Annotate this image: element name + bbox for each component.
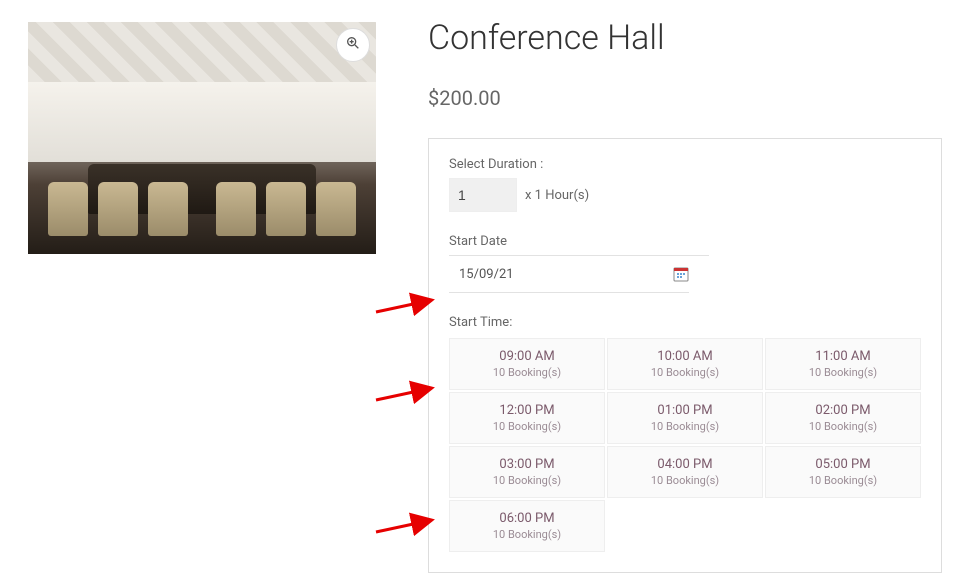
time-slot-time: 01:00 PM <box>612 403 758 418</box>
time-slot-time: 10:00 AM <box>612 349 758 364</box>
time-slot-time: 03:00 PM <box>454 457 600 472</box>
time-slot-count: 10 Booking(s) <box>454 528 600 541</box>
time-slot-count: 10 Booking(s) <box>612 366 758 379</box>
time-slot-time: 11:00 AM <box>770 349 916 364</box>
duration-input[interactable] <box>449 178 517 212</box>
time-slot[interactable]: 01:00 PM 10 Booking(s) <box>607 392 763 444</box>
time-slot-time: 06:00 PM <box>454 511 600 526</box>
time-slot-time: 02:00 PM <box>770 403 916 418</box>
time-slot-time: 09:00 AM <box>454 349 600 364</box>
product-price: $200.00 <box>428 86 942 110</box>
zoom-button[interactable] <box>336 28 370 62</box>
time-slot-empty <box>765 500 921 552</box>
time-slot[interactable]: 10:00 AM 10 Booking(s) <box>607 338 763 390</box>
calendar-icon[interactable] <box>673 266 689 282</box>
duration-suffix: x 1 Hour(s) <box>525 188 589 203</box>
time-slot-time: 05:00 PM <box>770 457 916 472</box>
time-slot[interactable]: 03:00 PM 10 Booking(s) <box>449 446 605 498</box>
time-slot[interactable]: 11:00 AM 10 Booking(s) <box>765 338 921 390</box>
time-slot-count: 10 Booking(s) <box>770 420 916 433</box>
time-slot-count: 10 Booking(s) <box>770 366 916 379</box>
time-slot-count: 10 Booking(s) <box>454 366 600 379</box>
time-slot[interactable]: 05:00 PM 10 Booking(s) <box>765 446 921 498</box>
time-slot[interactable]: 09:00 AM 10 Booking(s) <box>449 338 605 390</box>
start-date-value: 15/09/21 <box>459 267 514 282</box>
time-slot-count: 10 Booking(s) <box>770 474 916 487</box>
time-slot-count: 10 Booking(s) <box>454 474 600 487</box>
time-slot[interactable]: 04:00 PM 10 Booking(s) <box>607 446 763 498</box>
time-slot-time: 04:00 PM <box>612 457 758 472</box>
time-slot-time: 12:00 PM <box>454 403 600 418</box>
time-slot-count: 10 Booking(s) <box>612 474 758 487</box>
time-slot[interactable]: 06:00 PM 10 Booking(s) <box>449 500 605 552</box>
start-date-label: Start Date <box>449 234 709 256</box>
time-slot[interactable]: 02:00 PM 10 Booking(s) <box>765 392 921 444</box>
time-slot[interactable]: 12:00 PM 10 Booking(s) <box>449 392 605 444</box>
time-slot-empty <box>607 500 763 552</box>
start-time-label: Start Time: <box>449 315 921 330</box>
start-date-field[interactable]: 15/09/21 <box>449 256 689 293</box>
product-image[interactable] <box>28 22 376 254</box>
magnifier-icon <box>345 35 361 55</box>
time-slot-count: 10 Booking(s) <box>454 420 600 433</box>
booking-form: Select Duration : x 1 Hour(s) Start Date… <box>428 138 942 573</box>
duration-label: Select Duration : <box>449 157 921 172</box>
time-slot-count: 10 Booking(s) <box>612 420 758 433</box>
time-slot-grid: 09:00 AM 10 Booking(s) 10:00 AM 10 Booking(… <box>449 338 921 552</box>
product-title: Conference Hall <box>428 18 942 58</box>
